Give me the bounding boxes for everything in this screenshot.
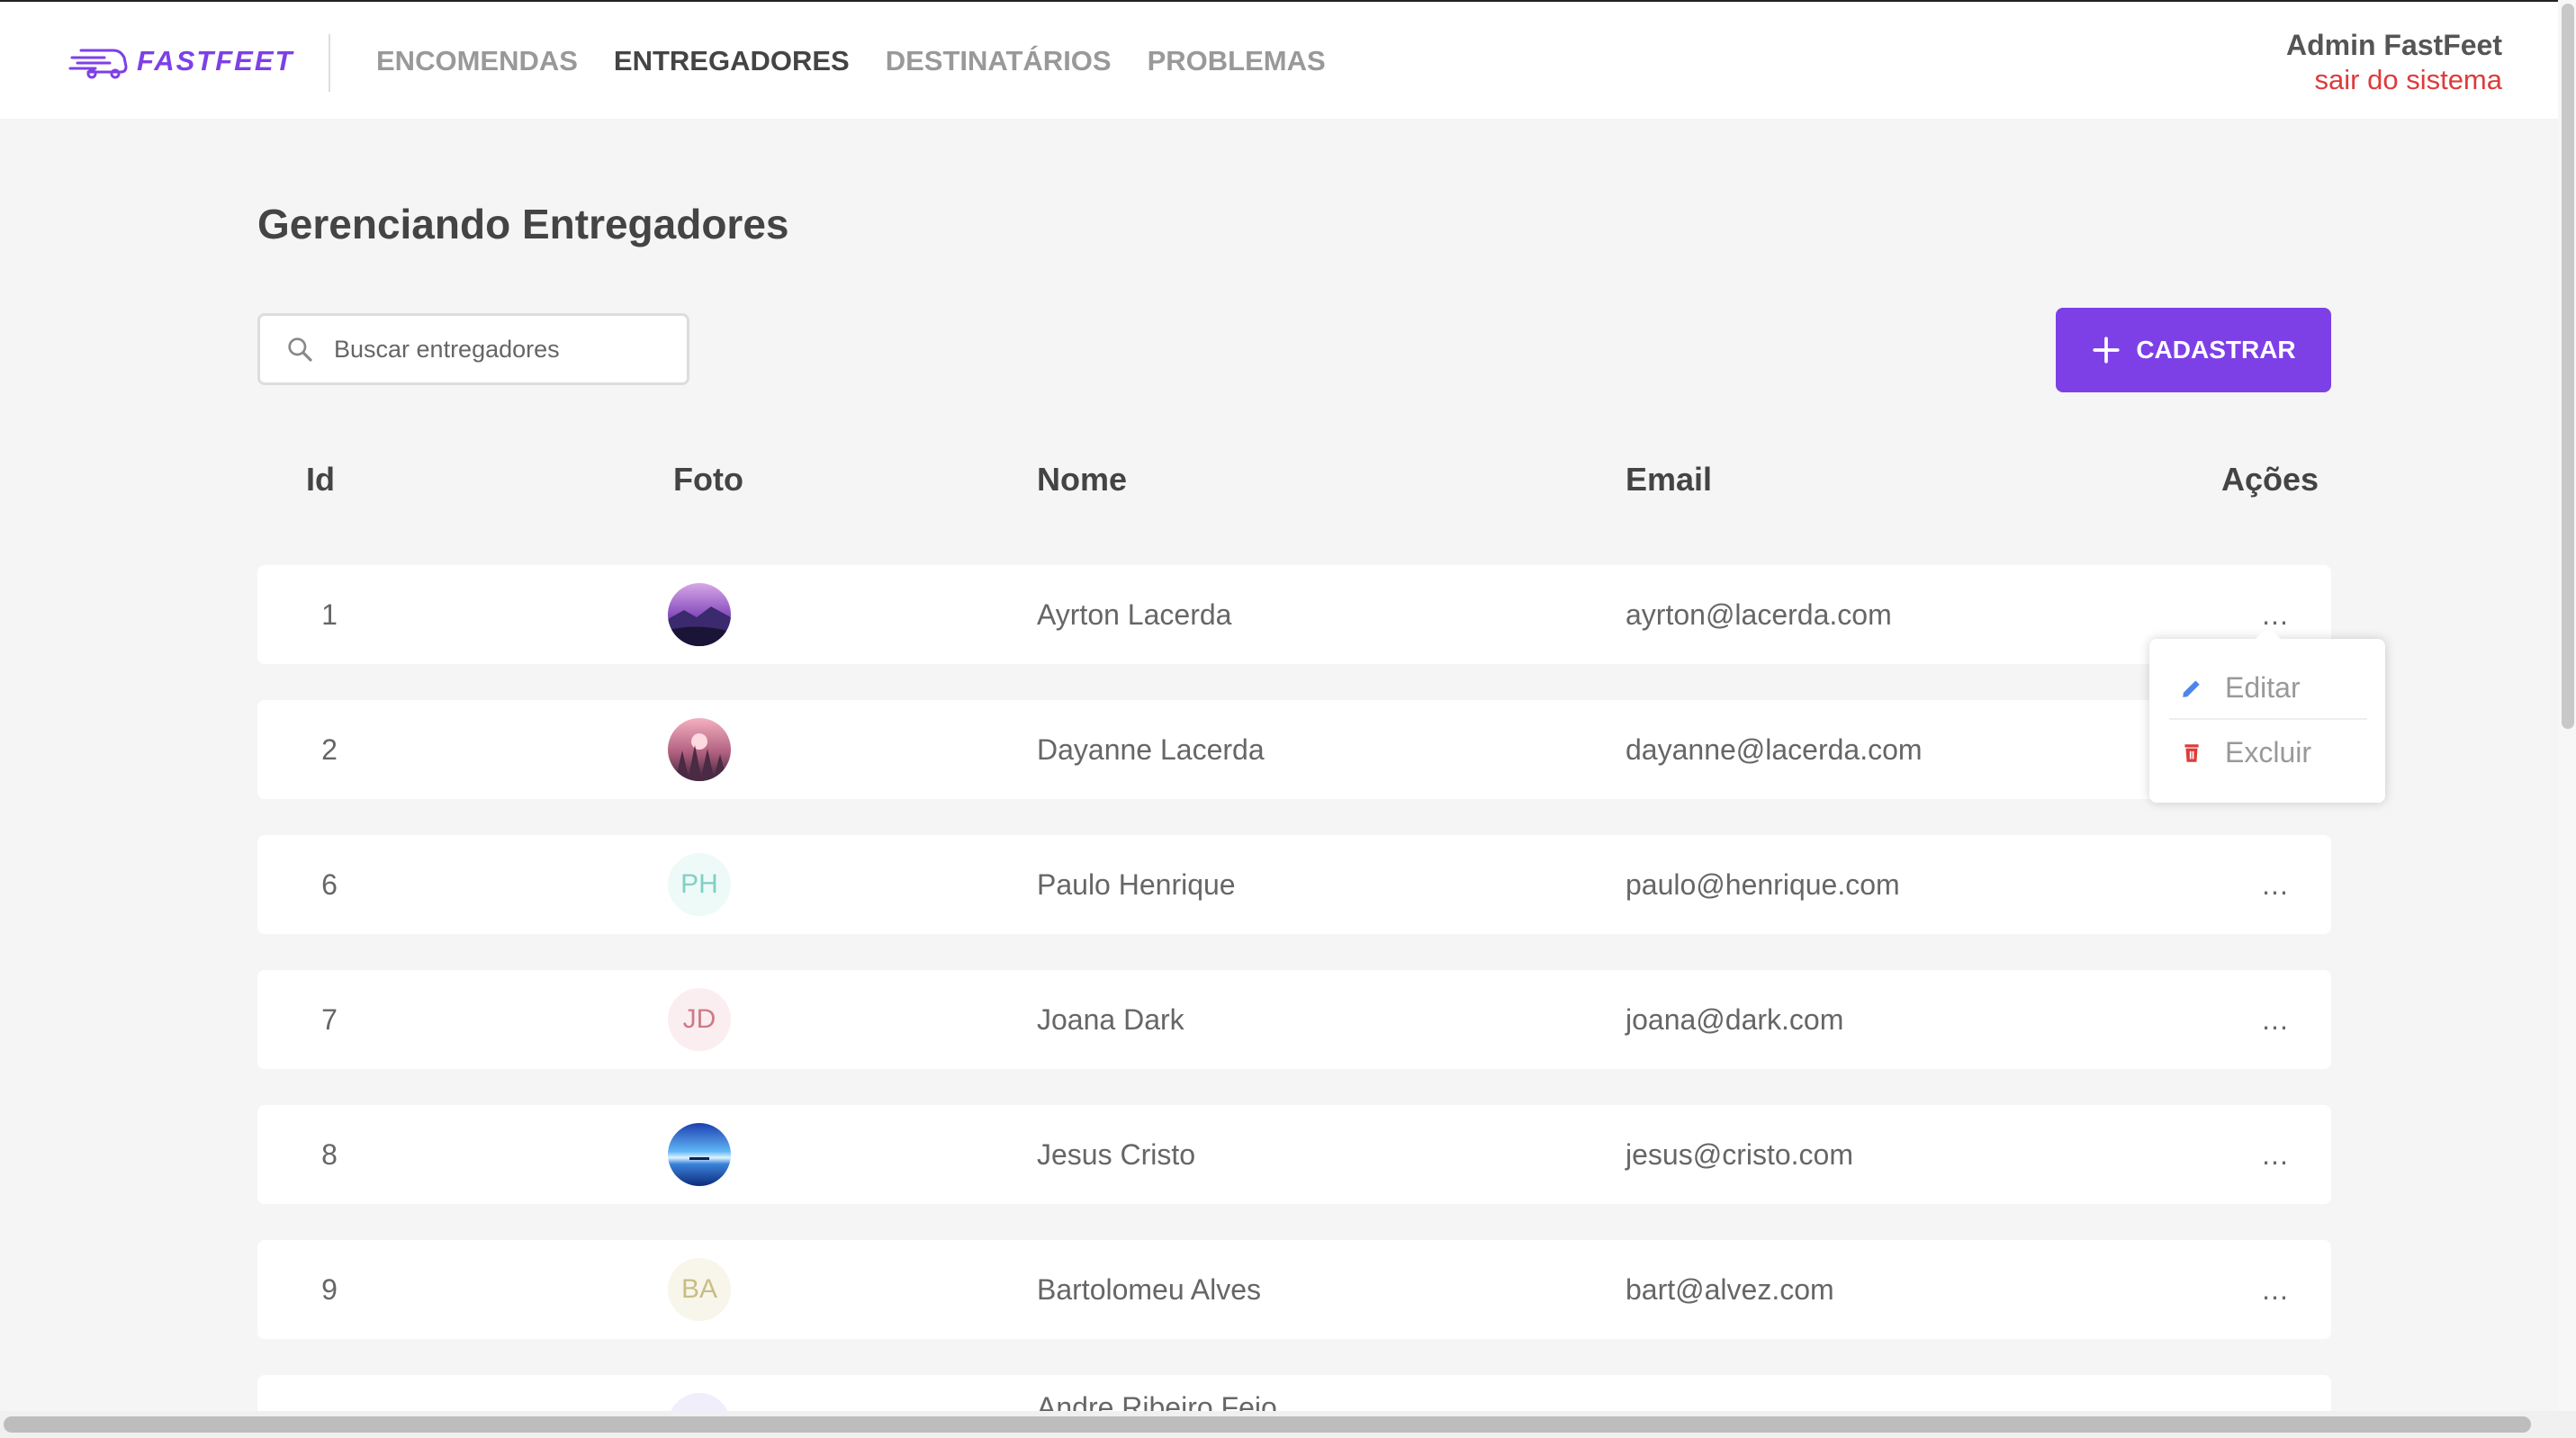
- table-row: 6 PH Paulo Henrique paulo@henrique.com .…: [257, 835, 2331, 934]
- delete-label: Excluir: [2225, 736, 2312, 768]
- row-email: joana@dark.com: [1626, 1002, 1844, 1036]
- nav-item-problemas[interactable]: PROBLEMAS: [1148, 45, 1326, 77]
- horizontal-scrollbar-thumb[interactable]: [4, 1416, 2531, 1433]
- page-title: Gerenciando Entregadores: [257, 201, 789, 247]
- pencil-icon: [2183, 679, 2200, 697]
- user-box: Admin FastFeet sair do sistema: [2286, 29, 2502, 96]
- row-actions-button[interactable]: ...: [2248, 1105, 2302, 1204]
- row-email: dayanne@lacerda.com: [1626, 732, 1923, 766]
- menu-divider: [2169, 718, 2367, 720]
- row-email: paulo@henrique.com: [1626, 867, 1900, 901]
- row-id: 2: [321, 732, 338, 766]
- user-name: Admin FastFeet: [2285, 29, 2502, 61]
- header-divider: [329, 34, 330, 92]
- row-actions-menu: Editar Excluir: [2149, 626, 2385, 803]
- avatar-photo-pink-forest: [668, 718, 731, 781]
- fast-truck-icon: [68, 49, 128, 79]
- plus-icon: [2093, 337, 2120, 364]
- row-name: Ayrton Lacerda: [1037, 598, 1232, 631]
- avatar: [668, 718, 731, 781]
- nav-item-encomendas[interactable]: ENCOMENDAS: [376, 45, 578, 77]
- avatar-photo-blue-sea: [668, 1123, 731, 1186]
- search-box[interactable]: [257, 313, 689, 385]
- search-icon: [288, 337, 312, 362]
- row-id: 1: [321, 598, 338, 631]
- row-email: bart@alvez.com: [1626, 1272, 1834, 1306]
- row-email: ayrton@lacerda.com: [1626, 598, 1892, 631]
- row-id: 8: [321, 1137, 338, 1171]
- edit-menu-item[interactable]: Editar: [2180, 671, 2301, 705]
- row-email: jesus@cristo.com: [1626, 1137, 1853, 1171]
- logo-text: FASTFEET: [137, 45, 294, 76]
- delete-menu-item[interactable]: Excluir: [2180, 736, 2311, 769]
- row-name: Jesus Cristo: [1037, 1137, 1196, 1171]
- row-name: Bartolomeu Alves: [1037, 1272, 1262, 1306]
- avatar: [668, 583, 731, 646]
- row-name: Paulo Henrique: [1037, 867, 1236, 901]
- edit-label: Editar: [2225, 671, 2301, 704]
- row-actions-button[interactable]: ...: [2248, 835, 2302, 934]
- nav-item-destinatarios[interactable]: DESTINATÁRIOS: [886, 45, 1112, 77]
- table-row: 7 JD Joana Dark joana@dark.com ...: [257, 970, 2331, 1069]
- table-row: 2 Dayanne Lacerda dayanne@lacerda.com: [257, 700, 2331, 799]
- row-id: 7: [321, 1002, 338, 1036]
- vertical-scrollbar-thumb[interactable]: [2562, 4, 2574, 729]
- column-header-email: Email: [1626, 461, 1713, 498]
- avatar-photo-purple-lake: [668, 583, 731, 646]
- avatar-initials: BA: [668, 1258, 731, 1321]
- main-nav: ENCOMENDAS ENTREGADORES DESTINATÁRIOS PR…: [376, 45, 1362, 77]
- add-button-label: CADASTRAR: [2136, 336, 2296, 364]
- row-id: 9: [321, 1272, 338, 1306]
- trash-icon: [2184, 743, 2199, 762]
- search-input[interactable]: [334, 335, 676, 364]
- logout-link[interactable]: sair do sistema: [2286, 64, 2502, 96]
- row-name: Joana Dark: [1037, 1002, 1184, 1036]
- nav-item-entregadores[interactable]: ENTREGADORES: [614, 45, 850, 77]
- top-header: FASTFEET ENCOMENDAS ENTREGADORES DESTINA…: [0, 0, 2576, 119]
- table-row: 8 Jesus Cristo jesus@cristo.com ...: [257, 1105, 2331, 1204]
- table-row: 9 BA Bartolomeu Alves bart@alvez.com ...: [257, 1240, 2331, 1339]
- row-actions-button[interactable]: ...: [2248, 970, 2302, 1069]
- row-name: Dayanne Lacerda: [1037, 732, 1265, 766]
- add-deliveryman-button[interactable]: CADASTRAR: [2056, 308, 2331, 392]
- column-header-id: Id: [306, 461, 335, 498]
- table-row: 1 Ayrton Lacerda ayrton@lacerda.com ...: [257, 565, 2331, 664]
- avatar-initials: PH: [668, 853, 731, 916]
- avatar: [668, 1123, 731, 1186]
- avatar-initials: JD: [668, 988, 731, 1051]
- column-header-actions: Ações: [2221, 461, 2319, 498]
- row-actions-button[interactable]: ...: [2248, 1240, 2302, 1339]
- row-id: 6: [321, 867, 338, 901]
- column-header-photo: Foto: [673, 461, 743, 498]
- column-header-name: Nome: [1037, 461, 1128, 498]
- logo[interactable]: FASTFEET: [68, 41, 293, 81]
